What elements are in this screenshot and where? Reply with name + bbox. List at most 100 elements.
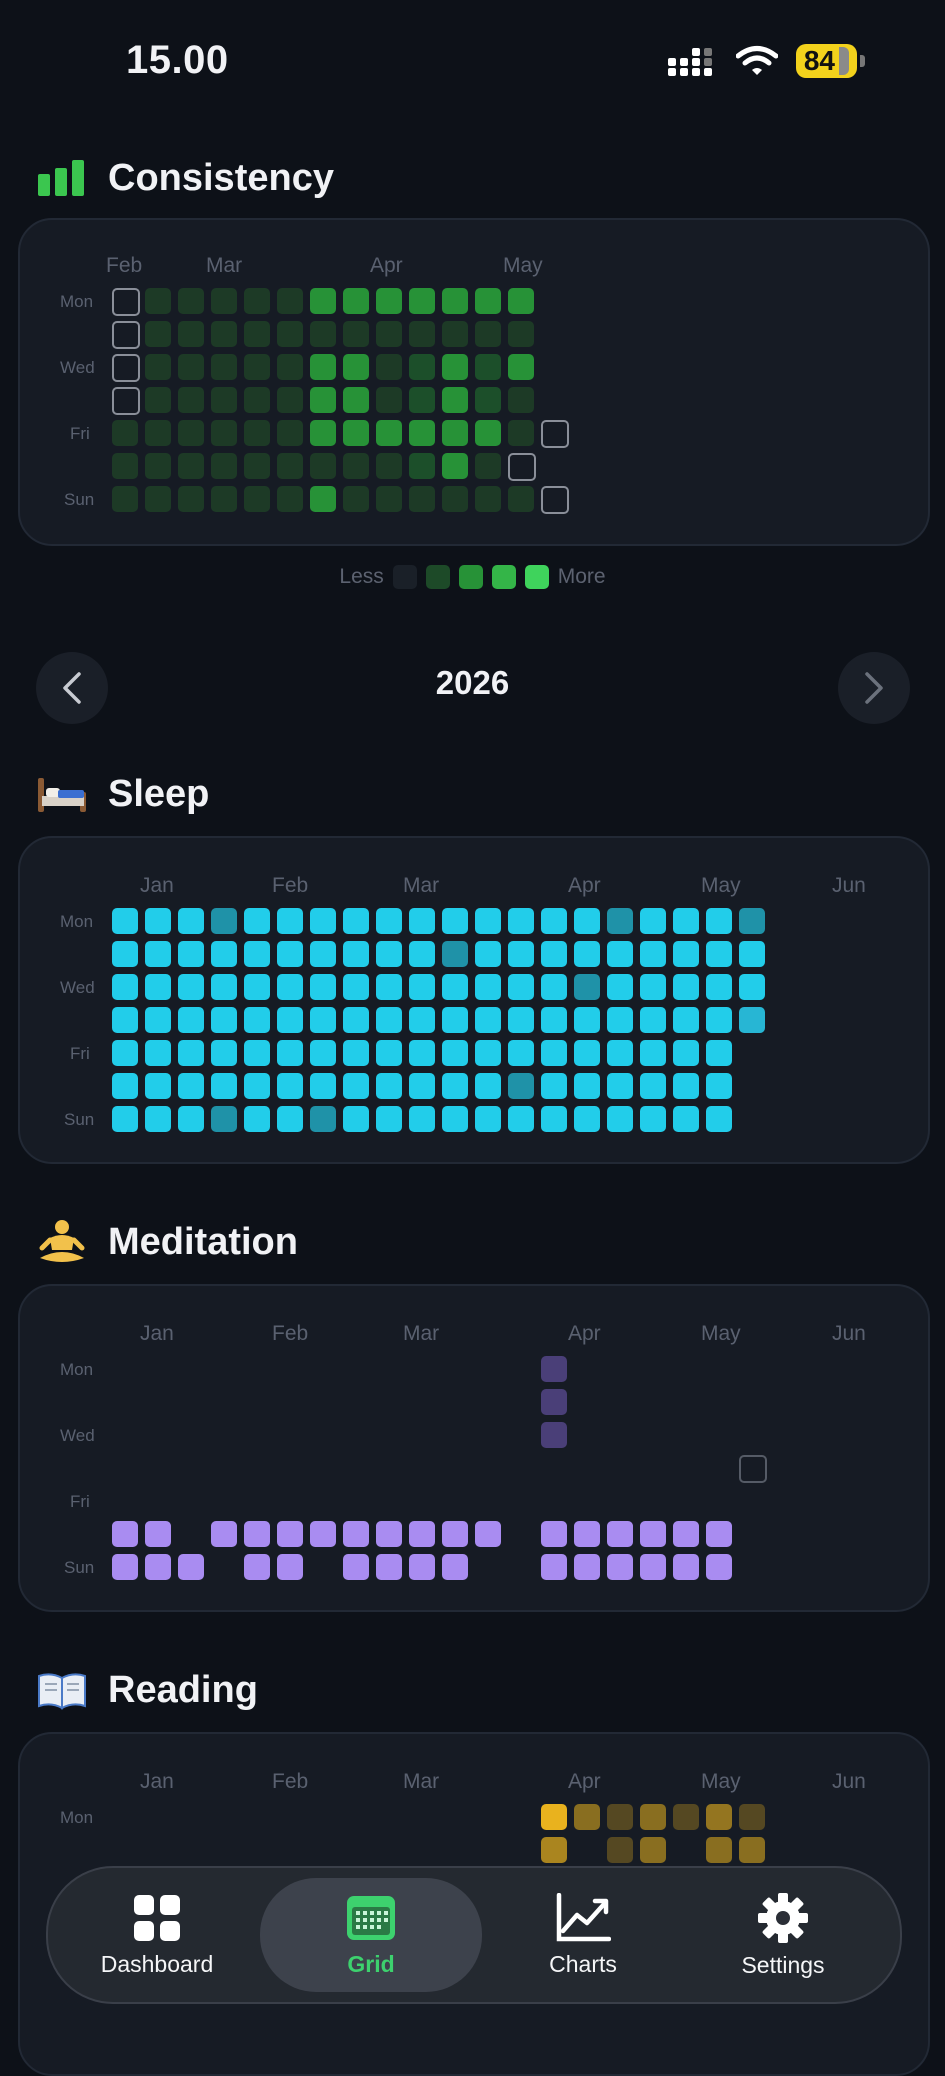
heatmap-cell xyxy=(244,354,270,380)
heatmap-cell xyxy=(475,321,501,347)
heatmap-cell xyxy=(112,486,138,512)
heatmap-cell xyxy=(277,1521,303,1547)
heatmap-cell xyxy=(409,1040,435,1066)
battery-indicator: 84 xyxy=(795,44,857,78)
heatmap-cell xyxy=(211,1007,237,1033)
chevron-right-icon xyxy=(865,672,883,704)
heatmap-cell xyxy=(508,908,534,934)
year-label: 2026 xyxy=(435,664,510,701)
heatmap-cell xyxy=(706,1106,732,1132)
heatmap-cell xyxy=(442,941,468,967)
heatmap-cell xyxy=(673,941,699,967)
heatmap-cell xyxy=(310,941,336,967)
heatmap-cell xyxy=(112,453,138,479)
heatmap-cell xyxy=(508,1106,534,1132)
heatmap-cell xyxy=(442,908,468,934)
heatmap-cell xyxy=(475,486,501,512)
heatmap-cell xyxy=(211,453,237,479)
heatmap-cell xyxy=(178,321,204,347)
month-label: Mar xyxy=(206,254,243,277)
heatmap-cell xyxy=(211,420,237,446)
heatmap-cell xyxy=(343,941,369,967)
heatmap-cell xyxy=(178,974,204,1000)
heatmap-cell xyxy=(541,1356,567,1382)
month-label: Jun xyxy=(832,874,866,897)
heatmap-cell xyxy=(409,1106,435,1132)
heatmap-cell xyxy=(145,321,171,347)
heatmap-cell xyxy=(145,974,171,1000)
heatmap-cell xyxy=(475,1007,501,1033)
day-label: Sun xyxy=(64,490,95,509)
sleep-header: Sleep xyxy=(36,768,209,820)
tab-settings[interactable]: Settings xyxy=(698,1868,868,2002)
tab-charts[interactable]: Charts xyxy=(498,1868,668,2002)
heatmap-cell xyxy=(244,1106,270,1132)
heatmap-cell xyxy=(442,453,468,479)
heatmap-cell xyxy=(244,1040,270,1066)
heatmap-cell xyxy=(211,354,237,380)
heatmap-cell xyxy=(706,1073,732,1099)
tab-dashboard[interactable]: Dashboard xyxy=(72,1868,242,2002)
heatmap-cell xyxy=(541,1106,567,1132)
heatmap-cell xyxy=(310,420,336,446)
day-label: Mon xyxy=(60,1808,94,1827)
heatmap-cell xyxy=(442,1007,468,1033)
day-label: Fri xyxy=(70,424,90,443)
heatmap-cell xyxy=(178,941,204,967)
heatmap-cell xyxy=(277,387,303,413)
heatmap-cell xyxy=(475,1040,501,1066)
heatmap-cell xyxy=(178,908,204,934)
heatmap-cell xyxy=(739,1455,767,1483)
heatmap-cell xyxy=(673,974,699,1000)
heatmap-cell xyxy=(574,1073,600,1099)
heatmap-cell xyxy=(145,1106,171,1132)
heatmap-cell xyxy=(607,1521,633,1547)
heatmap-cell xyxy=(508,288,534,314)
heatmap-cell xyxy=(277,1040,303,1066)
heatmap-cell xyxy=(475,941,501,967)
heatmap-cell xyxy=(145,941,171,967)
heatmap-cell xyxy=(706,1804,732,1830)
heatmap-cell xyxy=(376,354,402,380)
heatmap-cell xyxy=(475,420,501,446)
month-label: Apr xyxy=(370,254,403,277)
heatmap-cell xyxy=(211,941,237,967)
heatmap-cell xyxy=(475,1521,501,1547)
month-label: Jan xyxy=(140,1770,174,1793)
heatmap-cell xyxy=(541,1040,567,1066)
heatmap-cell xyxy=(541,1521,567,1547)
tab-label: Charts xyxy=(549,1950,617,1977)
month-label: Apr xyxy=(568,1770,601,1793)
heatmap-cell xyxy=(442,321,468,347)
heatmap-cell xyxy=(508,321,534,347)
heatmap-cell xyxy=(409,908,435,934)
heatmap-cell xyxy=(244,486,270,512)
heatmap-cell xyxy=(277,1106,303,1132)
section-title: Meditation xyxy=(108,1220,298,1263)
heatmap-cell xyxy=(607,1554,633,1580)
heatmap-cell xyxy=(244,387,270,413)
heatmap-cell xyxy=(640,1040,666,1066)
heatmap-cell xyxy=(178,288,204,314)
heatmap-cell xyxy=(145,486,171,512)
heatmap-cell xyxy=(475,1073,501,1099)
heatmap-cell xyxy=(343,1554,369,1580)
heatmap-cell xyxy=(376,1040,402,1066)
calendar-grid-icon xyxy=(347,1895,395,1940)
heatmap-cell xyxy=(706,941,732,967)
heatmap-cell xyxy=(574,1554,600,1580)
heatmap-cell xyxy=(112,354,140,382)
heatmap-cell xyxy=(112,1040,138,1066)
tab-label: Settings xyxy=(741,1951,825,1978)
heatmap-cell xyxy=(145,1007,171,1033)
heatmap-cell xyxy=(574,1106,600,1132)
tab-grid[interactable]: Grid xyxy=(260,1878,482,1992)
heatmap-cell xyxy=(640,908,666,934)
heatmap-cell xyxy=(277,420,303,446)
next-year-button[interactable] xyxy=(838,652,910,724)
heatmap-cell xyxy=(706,1007,732,1033)
heatmap-cell xyxy=(112,387,140,415)
day-label: Mon xyxy=(60,292,94,311)
heatmap-cell xyxy=(112,321,140,349)
heatmap-cell xyxy=(376,321,402,347)
